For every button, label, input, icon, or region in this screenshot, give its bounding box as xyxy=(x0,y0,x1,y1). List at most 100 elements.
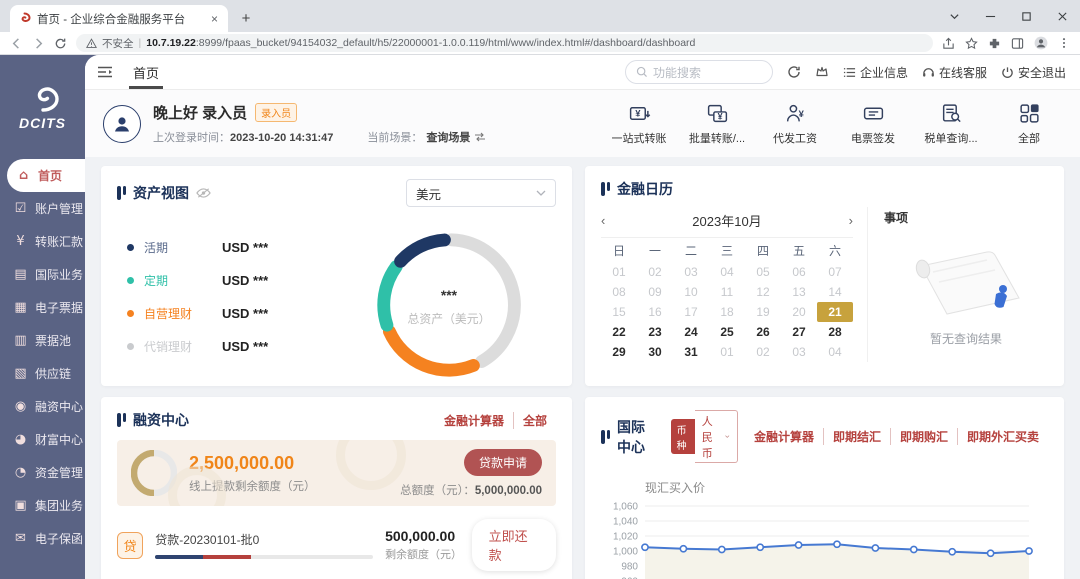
quick-action-all[interactable]: 全部 xyxy=(1000,102,1058,146)
calendar-day[interactable]: 02 xyxy=(745,342,781,362)
new-tab-button[interactable]: + xyxy=(234,6,258,30)
calendar-day[interactable]: 14 xyxy=(817,282,853,302)
financing-link-1[interactable]: 全部 xyxy=(514,412,556,429)
sidebar-item-home[interactable]: ⌂首页 xyxy=(7,159,85,192)
calendar-day[interactable]: 03 xyxy=(673,262,709,282)
calendar-day[interactable]: 23 xyxy=(637,322,673,342)
sidebar-item-wealth-center[interactable]: ◕财富中心 xyxy=(0,423,85,456)
calendar-day[interactable]: 25 xyxy=(709,322,745,342)
sidebar-item-financing-center[interactable]: ◉融资中心 xyxy=(0,390,85,423)
fx-chart-title: 现汇买入价 xyxy=(645,479,1048,496)
currency-select[interactable]: 美元 xyxy=(406,179,556,207)
function-search-input[interactable]: 功能搜索 xyxy=(625,60,773,84)
section-bars-icon xyxy=(601,430,610,444)
calendar-day[interactable]: 18 xyxy=(709,302,745,322)
international-link-0[interactable]: 金融计算器 xyxy=(745,428,824,445)
calendar-day[interactable]: 11 xyxy=(709,282,745,302)
calendar-day[interactable]: 10 xyxy=(673,282,709,302)
switch-scene-icon[interactable] xyxy=(474,132,486,142)
enterprise-info-link[interactable]: 企业信息 xyxy=(843,64,908,81)
forward-icon[interactable] xyxy=(32,37,45,50)
calendar-day[interactable]: 07 xyxy=(817,262,853,282)
calendar-day[interactable]: 30 xyxy=(637,342,673,362)
sidebar-item-transfer-remittance[interactable]: ¥转账汇款 xyxy=(0,225,85,258)
back-icon[interactable] xyxy=(10,37,23,50)
calendar-next-icon[interactable]: › xyxy=(827,213,853,228)
profile-avatar-icon[interactable] xyxy=(1034,36,1048,50)
browser-tab[interactable]: 首页 - 企业综合金融服务平台 × xyxy=(10,5,228,32)
calendar-day[interactable]: 26 xyxy=(745,322,781,342)
calendar-day[interactable]: 22 xyxy=(601,322,637,342)
side-panel-icon[interactable] xyxy=(1011,37,1024,50)
calendar-day[interactable]: 06 xyxy=(781,262,817,282)
financing-link-0[interactable]: 金融计算器 xyxy=(435,412,514,429)
quick-action-label: 全部 xyxy=(1018,130,1040,146)
quick-action-ebill-issue[interactable]: 电票签发 xyxy=(844,102,902,146)
window-maximize-icon[interactable] xyxy=(1008,0,1044,32)
sidebar-item-bill-pool[interactable]: ▥票据池 xyxy=(0,324,85,357)
calendar-day-selected[interactable]: 21 xyxy=(817,302,853,322)
calendar-day[interactable]: 02 xyxy=(637,262,673,282)
loan-apply-button[interactable]: 贷款申请 xyxy=(464,449,542,476)
quick-action-tax-query[interactable]: 税单查询... xyxy=(922,102,980,146)
theme-skin-icon[interactable] xyxy=(815,65,829,79)
legend-row: 代销理财USD *** xyxy=(127,330,341,363)
calendar-day[interactable]: 16 xyxy=(637,302,673,322)
refresh-icon[interactable] xyxy=(787,65,801,79)
sidebar-item-e-guarantee[interactable]: ✉电子保函 xyxy=(0,522,85,555)
sidebar-item-international-business[interactable]: ▤国际业务 xyxy=(0,258,85,291)
international-link-2[interactable]: 即期购汇 xyxy=(891,428,958,445)
calendar-day[interactable]: 04 xyxy=(709,262,745,282)
legend-row: 活期USD *** xyxy=(127,231,341,264)
safe-logout-link[interactable]: 安全退出 xyxy=(1001,64,1066,81)
repay-now-button[interactable]: 立即还款 xyxy=(472,519,556,571)
calendar-day[interactable]: 24 xyxy=(673,322,709,342)
international-link-1[interactable]: 即期结汇 xyxy=(824,428,891,445)
calendar-day[interactable]: 04 xyxy=(817,342,853,362)
quick-action-batch-transfer[interactable]: ¥批量转账/... xyxy=(688,102,746,146)
address-bar[interactable]: 不安全 | 10.7.19.22:8999/fpaas_bucket/94154… xyxy=(76,34,933,52)
quick-action-one-stop-transfer[interactable]: ¥一站式转账 xyxy=(610,102,668,146)
sidebar-item-supply-chain[interactable]: ▧供应链 xyxy=(0,357,85,390)
calendar-day[interactable]: 03 xyxy=(781,342,817,362)
calendar-day[interactable]: 01 xyxy=(601,262,637,282)
calendar-day[interactable]: 15 xyxy=(601,302,637,322)
calendar-day[interactable]: 12 xyxy=(745,282,781,302)
tab-home[interactable]: 首页 xyxy=(127,55,165,89)
calendar-day[interactable]: 01 xyxy=(709,342,745,362)
collapse-menu-icon[interactable] xyxy=(97,65,113,79)
calendar-day[interactable]: 17 xyxy=(673,302,709,322)
browser-menu-icon[interactable] xyxy=(1058,37,1070,49)
window-close-icon[interactable] xyxy=(1044,0,1080,32)
bookmark-star-icon[interactable] xyxy=(965,37,978,50)
calendar-day[interactable]: 09 xyxy=(637,282,673,302)
calendar-day[interactable]: 19 xyxy=(745,302,781,322)
tab-close-icon[interactable]: × xyxy=(209,12,220,26)
reload-icon[interactable] xyxy=(54,37,67,50)
calendar-prev-icon[interactable]: ‹ xyxy=(601,213,627,228)
calendar-day[interactable]: 08 xyxy=(601,282,637,302)
calendar-day[interactable]: 05 xyxy=(745,262,781,282)
calendar-day[interactable]: 28 xyxy=(817,322,853,342)
sidebar-item-group-business[interactable]: ▣集团业务 xyxy=(0,489,85,522)
eye-slash-icon[interactable] xyxy=(196,187,211,199)
quick-action-payroll[interactable]: ¥代发工资 xyxy=(766,102,824,146)
calendar-day[interactable]: 20 xyxy=(781,302,817,322)
online-service-link[interactable]: 在线客服 xyxy=(922,64,987,81)
sidebar-item-e-bill[interactable]: ▦电子票据 xyxy=(0,291,85,324)
calendar-day[interactable]: 31 xyxy=(673,342,709,362)
share-icon[interactable] xyxy=(942,37,955,50)
window-minimize-icon[interactable] xyxy=(972,0,1008,32)
sidebar-menu: ⌂首页☑账户管理¥转账汇款▤国际业务▦电子票据▥票据池▧供应链◉融资中心◕财富中… xyxy=(0,159,85,555)
calendar-day[interactable]: 29 xyxy=(601,342,637,362)
quick-action-label: 税单查询... xyxy=(924,130,977,146)
sidebar-item-account-management[interactable]: ☑账户管理 xyxy=(0,192,85,225)
currency-tag: 币种 xyxy=(671,419,695,454)
sidebar-item-fund-management[interactable]: ◔资金管理 xyxy=(0,456,85,489)
calendar-day[interactable]: 27 xyxy=(781,322,817,342)
window-restore-down-icon[interactable] xyxy=(936,0,972,32)
extensions-puzzle-icon[interactable] xyxy=(988,37,1001,50)
fx-currency-select[interactable]: 人民币 xyxy=(695,410,738,463)
calendar-day[interactable]: 13 xyxy=(781,282,817,302)
international-link-3[interactable]: 即期外汇买卖 xyxy=(958,428,1048,445)
